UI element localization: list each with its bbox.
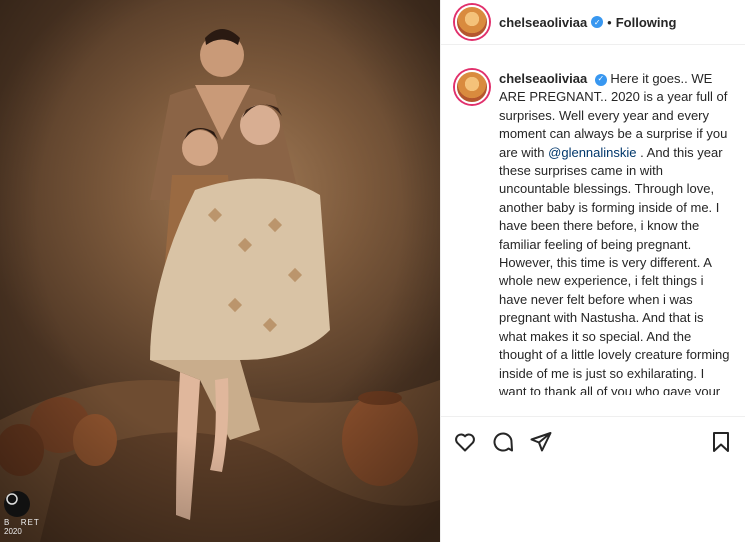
post-photo[interactable]: B RET 2020: [0, 0, 440, 542]
paper-plane-icon[interactable]: [529, 430, 553, 454]
watermark-logo-icon: [4, 491, 30, 517]
instagram-post: B RET 2020 chelseaoliviaa ✓ • Following …: [0, 0, 745, 542]
header-separator: •: [607, 14, 612, 30]
caption-text-part2: . And this year these surprises came in …: [499, 144, 730, 395]
watermark-year: 2020: [4, 527, 22, 536]
photographer-watermark: B RET 2020: [4, 491, 40, 536]
watermark-text: B RET: [4, 518, 40, 527]
post-actions-bar: [441, 416, 745, 466]
verified-badge-icon: ✓: [594, 73, 607, 86]
mention-link[interactable]: @glennalinskie: [548, 145, 636, 160]
family-portrait-image: [0, 0, 440, 542]
following-button[interactable]: Following: [616, 15, 677, 30]
avatar[interactable]: [455, 5, 489, 39]
post-caption: chelseaoliviaa ✓ Here it goes.. WE ARE P…: [499, 70, 731, 395]
verified-badge-icon: ✓: [591, 16, 604, 28]
caption-username[interactable]: chelseaoliviaa: [499, 71, 587, 86]
heart-icon[interactable]: [453, 430, 477, 454]
caption-section: chelseaoliviaa ✓ Here it goes.. WE ARE P…: [441, 45, 745, 416]
post-header: chelseaoliviaa ✓ • Following: [441, 0, 745, 45]
bookmark-icon[interactable]: [709, 430, 733, 454]
comment-icon[interactable]: [491, 430, 515, 454]
post-username[interactable]: chelseaoliviaa: [499, 15, 587, 30]
panel-bottom-area: [441, 466, 745, 542]
post-side-panel: chelseaoliviaa ✓ • Following chelseaoliv…: [440, 0, 745, 542]
caption-avatar[interactable]: [455, 70, 489, 104]
